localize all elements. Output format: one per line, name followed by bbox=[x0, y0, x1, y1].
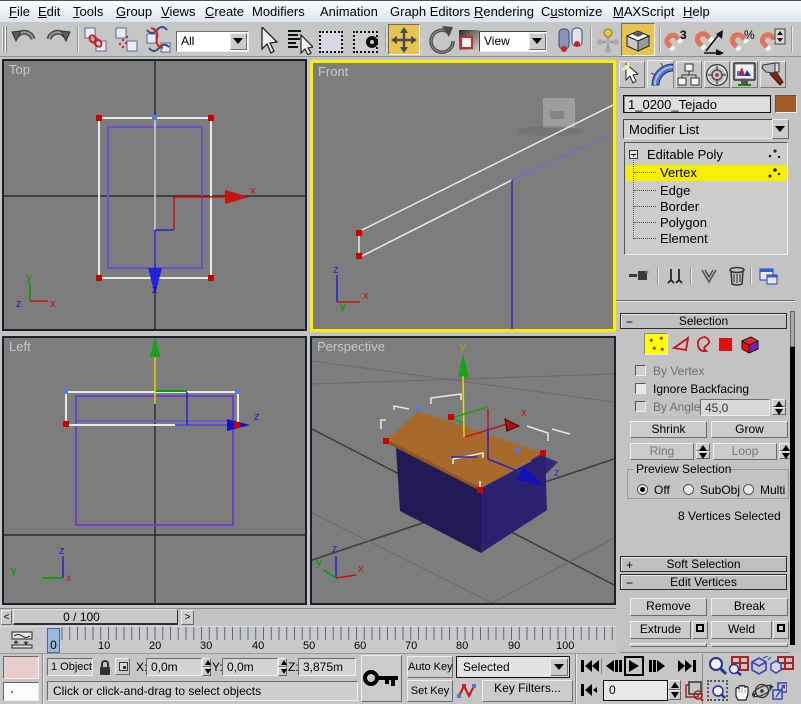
svg-text:z: z bbox=[332, 543, 338, 555]
svg-text:%: % bbox=[744, 28, 755, 42]
svg-text:z: z bbox=[152, 284, 158, 296]
svg-text:z: z bbox=[554, 467, 560, 479]
svg-text:z: z bbox=[254, 411, 260, 423]
svg-text:y: y bbox=[316, 557, 322, 569]
svg-text:y: y bbox=[26, 272, 32, 284]
svg-text:x: x bbox=[358, 563, 364, 575]
svg-text:z: z bbox=[333, 264, 339, 276]
svg-text:y: y bbox=[340, 301, 346, 313]
svg-text:z: z bbox=[59, 545, 65, 557]
svg-text:3: 3 bbox=[680, 28, 687, 42]
svg-text:y: y bbox=[460, 341, 466, 353]
svg-text:x: x bbox=[363, 290, 369, 302]
svg-text:x: x bbox=[521, 407, 527, 419]
svg-text:z: z bbox=[16, 298, 22, 310]
svg-text:x: x bbox=[250, 185, 256, 197]
svg-text:x: x bbox=[66, 573, 71, 584]
svg-text:x: x bbox=[50, 298, 56, 310]
svg-text:y: y bbox=[11, 565, 17, 577]
